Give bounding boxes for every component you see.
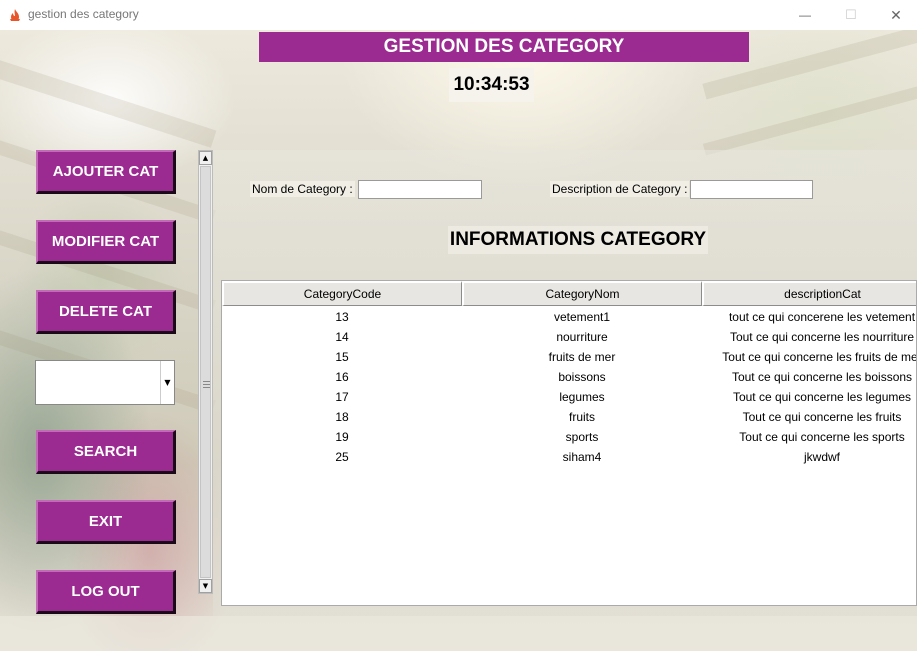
add-category-button[interactable]: AJOUTER CAT (36, 150, 176, 194)
table-row[interactable]: 14 nourriture Tout ce qui concerne les nou… (222, 327, 916, 347)
cell-code: 17 (335, 390, 349, 404)
table-row[interactable]: 16 boissons Tout ce qui concerne les boiss… (222, 367, 916, 387)
section-title: INFORMATIONS CATEGORY (448, 226, 708, 254)
table-row[interactable]: 17 legumes Tout ce qui concerne les legume… (222, 387, 916, 407)
category-name-label: Nom de Category : (250, 181, 355, 197)
page-title: GESTION DES CATEGORY (259, 32, 749, 62)
modify-category-button[interactable]: MODIFIER CAT (36, 220, 176, 264)
cell-description: Tout ce qui concerne les legumes (732, 390, 912, 404)
table-row[interactable]: 18 fruits Tout ce qui concerne les fruits (222, 407, 916, 427)
vertical-scrollbar[interactable]: ▲ ▼ (198, 150, 213, 594)
cell-code: 25 (335, 450, 349, 464)
cell-code: 13 (335, 310, 349, 324)
flame-icon (10, 9, 20, 21)
minimize-button[interactable]: — (782, 0, 828, 30)
cell-description: Tout ce qui concerne les fruits de mer (722, 350, 917, 364)
table-row[interactable]: 15 fruits de mer Tout ce qui concerne les … (222, 347, 917, 367)
category-name-input[interactable] (358, 180, 482, 199)
search-button[interactable]: SEARCH (36, 430, 176, 474)
logout-button[interactable]: LOG OUT (36, 570, 176, 614)
column-header-name[interactable]: CategoryNom (462, 281, 702, 306)
window-title: gestion des category (28, 7, 139, 21)
bottom-strip (0, 616, 917, 651)
cell-description: Tout ce qui concerne les sports (739, 430, 905, 444)
cell-name: boissons (558, 370, 606, 384)
cell-name: fruits (568, 410, 595, 424)
arrow-down-icon[interactable]: ▼ (199, 579, 212, 593)
table-row[interactable]: 19 sports Tout ce qui concerne les sports (222, 427, 916, 447)
grip-icon (203, 381, 210, 388)
table-row[interactable]: 13 vetement1 tout ce qui concerene les vet… (222, 307, 916, 327)
column-header-code[interactable]: CategoryCode (222, 281, 462, 306)
cell-name: sports (565, 430, 599, 444)
table-row[interactable]: 25 siham4 jkwdwf (222, 447, 916, 467)
maximize-icon: ☐ (845, 7, 857, 22)
cell-name: nourriture (556, 330, 608, 344)
delete-category-button[interactable]: DELETE CAT (36, 290, 176, 334)
cell-code: 16 (335, 370, 349, 384)
category-table[interactable]: CategoryCode CategoryNom descriptionCat … (221, 280, 917, 606)
cell-code: 14 (335, 330, 349, 344)
cell-code: 19 (335, 430, 349, 444)
maximize-button[interactable]: ☐ (828, 0, 874, 30)
search-combobox[interactable]: ▼ (35, 360, 175, 405)
cell-description: Tout ce qui concerne les fruits (742, 410, 902, 424)
cell-code: 15 (335, 350, 349, 364)
close-button[interactable]: ✕ (873, 0, 917, 30)
cell-description: jkwdwf (803, 450, 840, 464)
window-titlebar: gestion des category — ☐ ✕ (0, 0, 917, 30)
exit-button[interactable]: EXIT (36, 500, 176, 544)
cell-description: Tout ce qui concerne les boissons (731, 370, 913, 384)
cell-name: fruits de mer (548, 350, 616, 364)
cell-description: tout ce qui concerene les vetement (728, 310, 916, 324)
category-description-input[interactable] (690, 180, 813, 199)
minimize-icon: — (799, 8, 811, 22)
cell-name: vetement1 (553, 310, 611, 324)
cell-name: legumes (559, 390, 605, 404)
column-header-description[interactable]: descriptionCat (702, 281, 916, 306)
scrollbar-thumb[interactable] (200, 166, 211, 578)
arrow-up-icon[interactable]: ▲ (199, 151, 212, 165)
cell-code: 18 (335, 410, 349, 424)
category-description-label: Description de Category : (550, 181, 690, 197)
cell-description: Tout ce qui concerne les nourriture (729, 330, 915, 344)
cell-name: siham4 (562, 450, 602, 464)
chevron-down-icon[interactable]: ▼ (160, 361, 174, 404)
clock: 10:34:53 (449, 68, 534, 102)
close-icon: ✕ (890, 6, 902, 23)
table-header: CategoryCode CategoryNom descriptionCat (222, 281, 916, 306)
